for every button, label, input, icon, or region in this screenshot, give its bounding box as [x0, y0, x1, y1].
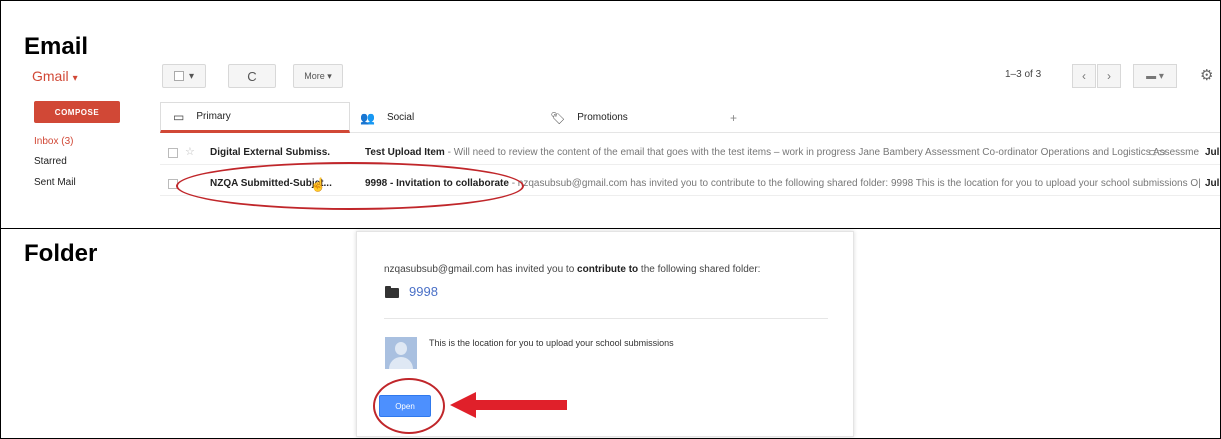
attachment-icon: ⊂⊃ [1148, 147, 1167, 159]
tab-label: Primary [196, 111, 231, 122]
chevron-down-icon: ▾ [188, 70, 195, 82]
sidebar-item-sent-mail[interactable]: Sent Mail [34, 177, 76, 188]
email-section-label: Email [24, 33, 89, 60]
avatar-body [389, 357, 413, 369]
chevron-down-icon: ▾ [72, 73, 78, 84]
chevron-left-icon: ‹ [1082, 69, 1086, 83]
folder-link[interactable]: 9998 [409, 284, 438, 299]
card-divider [384, 318, 828, 319]
hand-cursor-icon: ☝ [310, 177, 327, 192]
inbox-icon: ▭ [173, 109, 185, 124]
more-button[interactable]: More ▾ [293, 64, 343, 88]
section-divider [0, 228, 1221, 229]
refresh-icon: C [247, 68, 257, 84]
checkbox-icon [173, 71, 184, 81]
gmail-logo-text: Gmail [32, 68, 69, 84]
keyboard-icon: ▬ [1146, 70, 1157, 82]
invite-prefix: nzqasubsub@gmail.com has invited you to [384, 264, 578, 275]
avatar-head [395, 342, 407, 355]
avatar [385, 337, 417, 369]
invite-text: nzqasubsub@gmail.com has invited you to … [384, 264, 760, 275]
sidebar-item-starred[interactable]: Starred [34, 156, 67, 167]
tab-social[interactable]: 👥 Social [360, 102, 530, 133]
email-snippet: - Will need to review the content of the… [444, 147, 1200, 158]
star-icon[interactable]: ☆ [185, 145, 195, 158]
invite-message: This is the location for you to upload y… [429, 338, 674, 348]
email-snippet: - nzqasubsub@gmail.com has invited you t… [508, 178, 1201, 189]
tab-promotions[interactable]: 🏷 Promotions [550, 102, 720, 133]
tab-label: Social [386, 112, 415, 123]
message-count: 1–3 of 3 [1005, 69, 1042, 80]
chevron-down-icon: ▾ [327, 70, 332, 81]
older-button[interactable]: › [1097, 64, 1121, 88]
email-date: Jul [1205, 178, 1220, 189]
highlight-ellipse [176, 162, 524, 210]
people-icon: 👥 [360, 110, 375, 125]
folder-icon [385, 286, 399, 298]
row-checkbox[interactable] [168, 147, 178, 158]
refresh-button[interactable]: C [228, 64, 276, 88]
chevron-right-icon: › [1107, 69, 1111, 83]
gmail-logo[interactable]: Gmail ▾ [32, 68, 78, 84]
input-tools-button[interactable]: ▬ ▾ [1133, 64, 1177, 88]
folder-section-label: Folder [24, 240, 98, 267]
gear-icon[interactable]: ⚙ [1200, 66, 1213, 84]
email-sender: Digital External Submiss. [210, 147, 331, 158]
email-subject: Test Upload Item [365, 147, 445, 158]
red-arrow-icon [450, 392, 567, 418]
compose-button[interactable]: COMPOSE [34, 101, 120, 123]
invite-suffix: the following shared folder: [638, 264, 761, 275]
sidebar-item-inbox[interactable]: Inbox (3) [34, 136, 73, 147]
email-subject-line: Test Upload Item - Will need to review t… [365, 147, 1199, 158]
chevron-down-icon: ▾ [1158, 70, 1164, 82]
email-date: Jul [1205, 147, 1220, 158]
more-label: More [304, 71, 325, 81]
tab-label: Promotions [577, 112, 628, 123]
tab-primary[interactable]: ▭ Primary [160, 102, 350, 133]
highlight-ellipse [373, 378, 445, 434]
add-tab-icon[interactable]: + [730, 102, 750, 133]
newer-button[interactable]: ‹ [1072, 64, 1096, 88]
tag-icon: 🏷 [550, 110, 566, 125]
select-all-button[interactable]: ▾ [162, 64, 206, 88]
invite-bold: contribute to [577, 264, 639, 275]
